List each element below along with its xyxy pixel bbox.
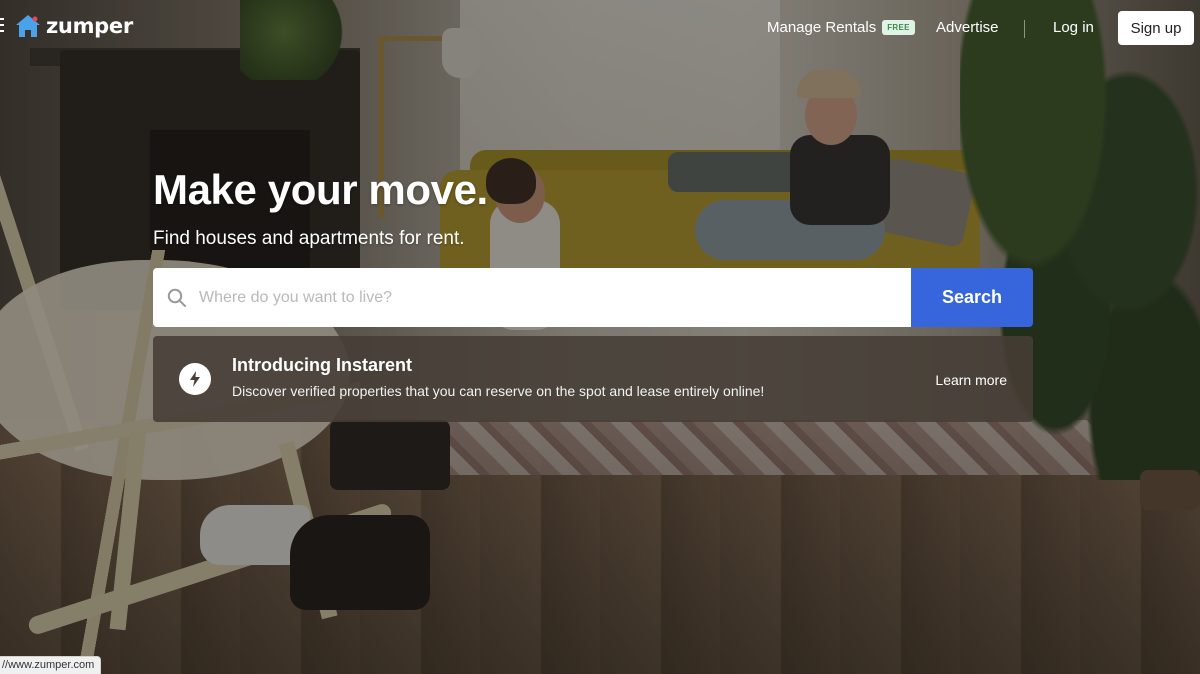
manage-rentals-label[interactable]: Manage Rentals	[767, 19, 876, 36]
promo-title: Introducing Instarent	[232, 355, 412, 375]
top-navigation: zumper Manage Rentals FREE Advertise Log…	[0, 0, 1200, 56]
search-button[interactable]: Search	[911, 268, 1033, 327]
lightning-bolt-icon	[179, 363, 211, 395]
search-bar: Search	[153, 268, 1033, 327]
house-logo-icon	[14, 12, 42, 40]
promo-description: Discover verified properties that you ca…	[232, 383, 765, 399]
hero-subtitle: Find houses and apartments for rent.	[153, 228, 465, 249]
search-field[interactable]	[153, 268, 911, 327]
search-input[interactable]	[199, 288, 911, 307]
zumper-logo[interactable]: zumper	[14, 12, 133, 40]
menu-icon[interactable]	[0, 18, 6, 34]
free-badge: FREE	[882, 20, 915, 35]
advertise-link[interactable]: Advertise	[936, 19, 999, 36]
status-bar-url: //www.zumper.com	[0, 656, 102, 674]
signup-button[interactable]: Sign up	[1118, 11, 1194, 45]
instarent-promo-banner: Introducing Instarent Discover verified …	[153, 336, 1033, 422]
nav-divider	[1024, 20, 1025, 38]
login-link[interactable]: Log in	[1053, 19, 1094, 36]
logo-wordmark: zumper	[46, 14, 133, 38]
hero-title: Make your move.	[153, 166, 488, 213]
learn-more-link[interactable]: Learn more	[935, 372, 1007, 388]
manage-rentals-link[interactable]: Manage Rentals FREE	[767, 19, 915, 36]
search-icon	[167, 288, 187, 308]
